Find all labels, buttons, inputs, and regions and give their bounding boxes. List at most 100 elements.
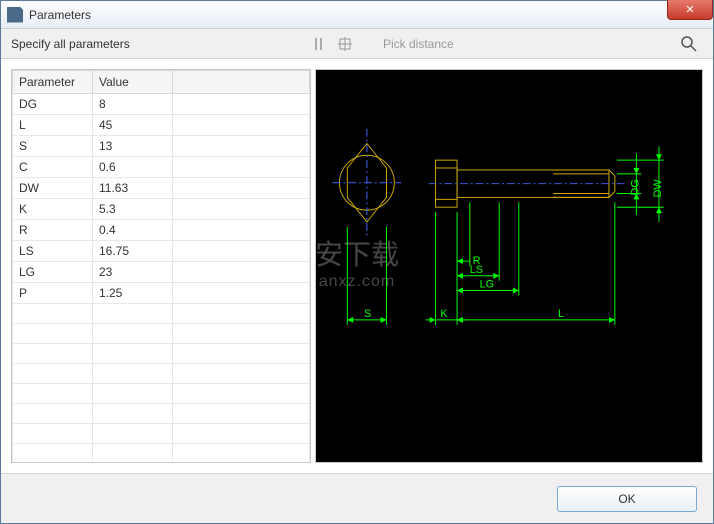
cell-extra[interactable] (173, 364, 310, 384)
cell-param[interactable] (13, 384, 93, 404)
cell-value[interactable] (93, 304, 173, 324)
cell-value[interactable] (93, 424, 173, 444)
cell-value[interactable]: 11.63 (93, 178, 173, 199)
cell-value[interactable]: 13 (93, 136, 173, 157)
table-row[interactable]: R0.4 (13, 220, 310, 241)
drawing-preview: S K R LS (315, 69, 703, 463)
table-row[interactable]: LG23 (13, 262, 310, 283)
cell-param[interactable]: LG (13, 262, 93, 283)
cell-param[interactable]: R (13, 220, 93, 241)
cell-value[interactable] (93, 364, 173, 384)
cell-value[interactable]: 16.75 (93, 241, 173, 262)
close-button[interactable]: ✕ (667, 0, 713, 20)
cell-value[interactable]: 45 (93, 115, 173, 136)
cell-extra[interactable] (173, 220, 310, 241)
table-row[interactable]: C0.6 (13, 157, 310, 178)
pick-tool-icon[interactable] (337, 36, 353, 52)
cell-param[interactable] (13, 424, 93, 444)
table-row[interactable] (13, 304, 310, 324)
toolbar-tools: Pick distance (311, 36, 454, 52)
dim-label-ls: LS (470, 264, 483, 276)
cell-extra[interactable] (173, 324, 310, 344)
cell-extra[interactable] (173, 262, 310, 283)
cell-value[interactable]: 0.4 (93, 220, 173, 241)
cell-value[interactable]: 23 (93, 262, 173, 283)
table-row[interactable] (13, 364, 310, 384)
cell-value[interactable]: 0.6 (93, 157, 173, 178)
cell-value[interactable]: 5.3 (93, 199, 173, 220)
table-row[interactable] (13, 404, 310, 424)
table-row[interactable] (13, 424, 310, 444)
table-row[interactable]: DW11.63 (13, 178, 310, 199)
parameter-table: Parameter Value DG8L45S13C0.6DW11.63K5.3… (12, 70, 310, 463)
cell-extra[interactable] (173, 94, 310, 115)
cell-extra[interactable] (173, 115, 310, 136)
cell-param[interactable] (13, 444, 93, 464)
cell-param[interactable] (13, 364, 93, 384)
cell-extra[interactable] (173, 384, 310, 404)
bolt-drawing: S K R LS (316, 70, 702, 462)
dim-label-dg: DG (629, 179, 641, 195)
cell-value[interactable]: 8 (93, 94, 173, 115)
dim-label-l: L (558, 308, 564, 320)
table-row[interactable] (13, 384, 310, 404)
cell-param[interactable]: C (13, 157, 93, 178)
window-title: Parameters (29, 8, 91, 22)
table-row[interactable] (13, 444, 310, 464)
table-row[interactable]: P1.25 (13, 283, 310, 304)
cell-extra[interactable] (173, 241, 310, 262)
cell-value[interactable] (93, 404, 173, 424)
table-row[interactable]: DG8 (13, 94, 310, 115)
dim-label-s: S (364, 308, 371, 320)
pick-distance-label: Pick distance (383, 37, 454, 51)
app-icon (7, 7, 23, 23)
dim-label-k: K (440, 308, 448, 320)
cell-extra[interactable] (173, 404, 310, 424)
cell-param[interactable]: LS (13, 241, 93, 262)
cell-extra[interactable] (173, 304, 310, 324)
cell-param[interactable]: S (13, 136, 93, 157)
cell-param[interactable]: L (13, 115, 93, 136)
cell-value[interactable]: 1.25 (93, 283, 173, 304)
content-area: Parameter Value DG8L45S13C0.6DW11.63K5.3… (1, 59, 713, 473)
ok-button[interactable]: OK (557, 486, 697, 512)
cell-param[interactable]: DW (13, 178, 93, 199)
parameter-table-panel: Parameter Value DG8L45S13C0.6DW11.63K5.3… (11, 69, 311, 463)
cell-extra[interactable] (173, 136, 310, 157)
dim-label-dw: DW (652, 179, 664, 198)
header-value[interactable]: Value (93, 71, 173, 94)
table-row[interactable]: K5.3 (13, 199, 310, 220)
table-row[interactable] (13, 344, 310, 364)
cell-param[interactable]: K (13, 199, 93, 220)
cell-param[interactable] (13, 344, 93, 364)
cell-extra[interactable] (173, 344, 310, 364)
cell-param[interactable]: P (13, 283, 93, 304)
cell-value[interactable] (93, 344, 173, 364)
cell-extra[interactable] (173, 444, 310, 464)
cell-param[interactable] (13, 304, 93, 324)
table-row[interactable]: L45 (13, 115, 310, 136)
cell-extra[interactable] (173, 157, 310, 178)
toolbar: Specify all parameters Pick distance (1, 29, 713, 59)
cell-extra[interactable] (173, 178, 310, 199)
button-bar: OK (1, 473, 713, 523)
dim-label-lg: LG (480, 279, 494, 291)
search-icon[interactable] (681, 36, 697, 52)
cell-value[interactable] (93, 444, 173, 464)
table-row[interactable]: S13 (13, 136, 310, 157)
titlebar: Parameters ✕ (1, 1, 713, 29)
cell-extra[interactable] (173, 283, 310, 304)
cell-extra[interactable] (173, 199, 310, 220)
cell-value[interactable] (93, 324, 173, 344)
instruction-label: Specify all parameters (11, 37, 130, 51)
table-row[interactable]: LS16.75 (13, 241, 310, 262)
header-extra[interactable] (173, 71, 310, 94)
cell-param[interactable] (13, 404, 93, 424)
header-parameter[interactable]: Parameter (13, 71, 93, 94)
cell-value[interactable] (93, 384, 173, 404)
cell-extra[interactable] (173, 424, 310, 444)
parallel-lines-icon[interactable] (311, 36, 327, 52)
cell-param[interactable] (13, 324, 93, 344)
table-row[interactable] (13, 324, 310, 344)
cell-param[interactable]: DG (13, 94, 93, 115)
